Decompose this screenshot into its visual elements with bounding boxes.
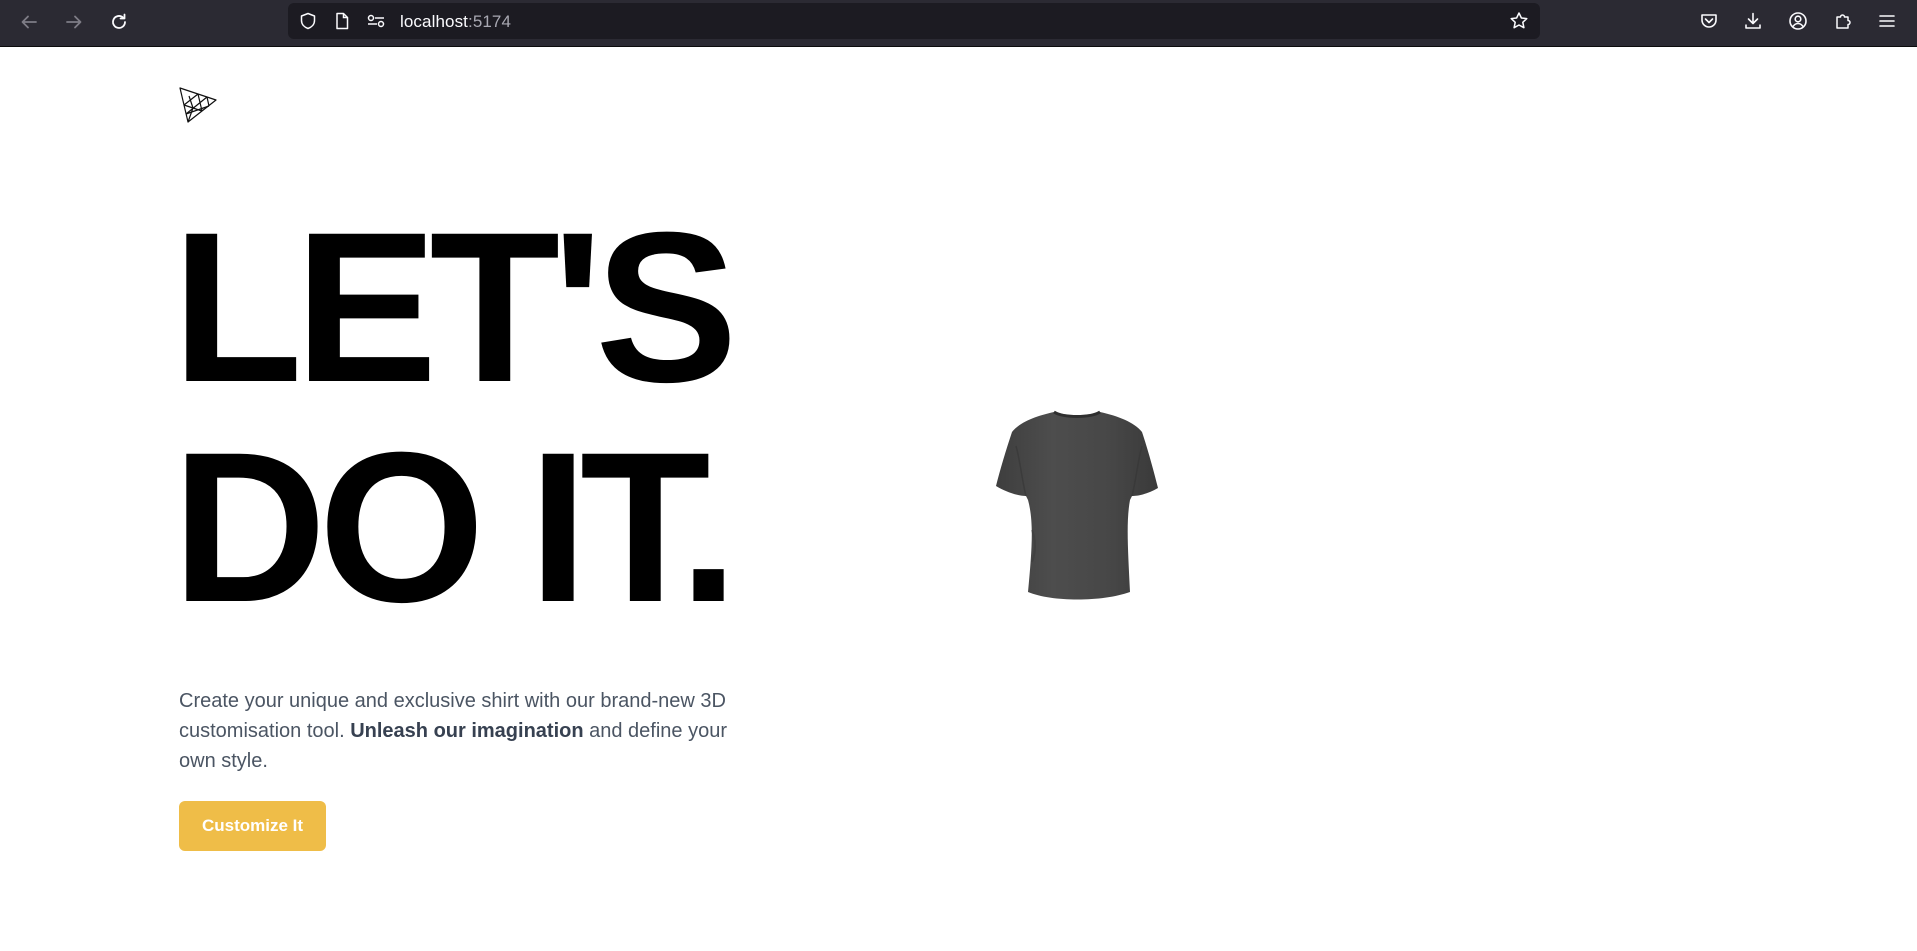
- reload-icon[interactable]: [105, 8, 133, 36]
- back-icon[interactable]: [15, 8, 43, 36]
- account-icon[interactable]: [1785, 8, 1811, 34]
- headline-line-1: LET'S: [172, 188, 738, 427]
- url-text[interactable]: localhost:5174: [400, 12, 511, 32]
- downloads-icon[interactable]: [1740, 8, 1766, 34]
- shield-icon[interactable]: [298, 11, 318, 31]
- extensions-icon[interactable]: [1830, 8, 1856, 34]
- menu-icon[interactable]: [1874, 8, 1900, 34]
- pocket-icon[interactable]: [1696, 8, 1722, 34]
- url-host: localhost: [400, 12, 468, 31]
- threejs-logo-icon: [178, 86, 220, 126]
- url-port: :5174: [468, 12, 512, 31]
- page-icon[interactable]: [332, 11, 352, 31]
- tshirt-3d-model[interactable]: [992, 410, 1162, 602]
- hero-headline: LET'S DO IT.: [172, 188, 738, 647]
- headline-line-2: DO IT.: [172, 408, 738, 647]
- description-emphasis: Unleash our imagination: [350, 720, 584, 742]
- forward-icon[interactable]: [60, 8, 88, 36]
- address-bar[interactable]: localhost:5174: [288, 3, 1540, 39]
- permissions-icon[interactable]: [366, 11, 386, 31]
- customize-it-button[interactable]: Customize It: [179, 801, 326, 851]
- bookmark-star-icon[interactable]: [1509, 11, 1529, 31]
- browser-toolbar: localhost:5174: [0, 0, 1917, 47]
- hero-description: Create your unique and exclusive shirt w…: [179, 686, 749, 776]
